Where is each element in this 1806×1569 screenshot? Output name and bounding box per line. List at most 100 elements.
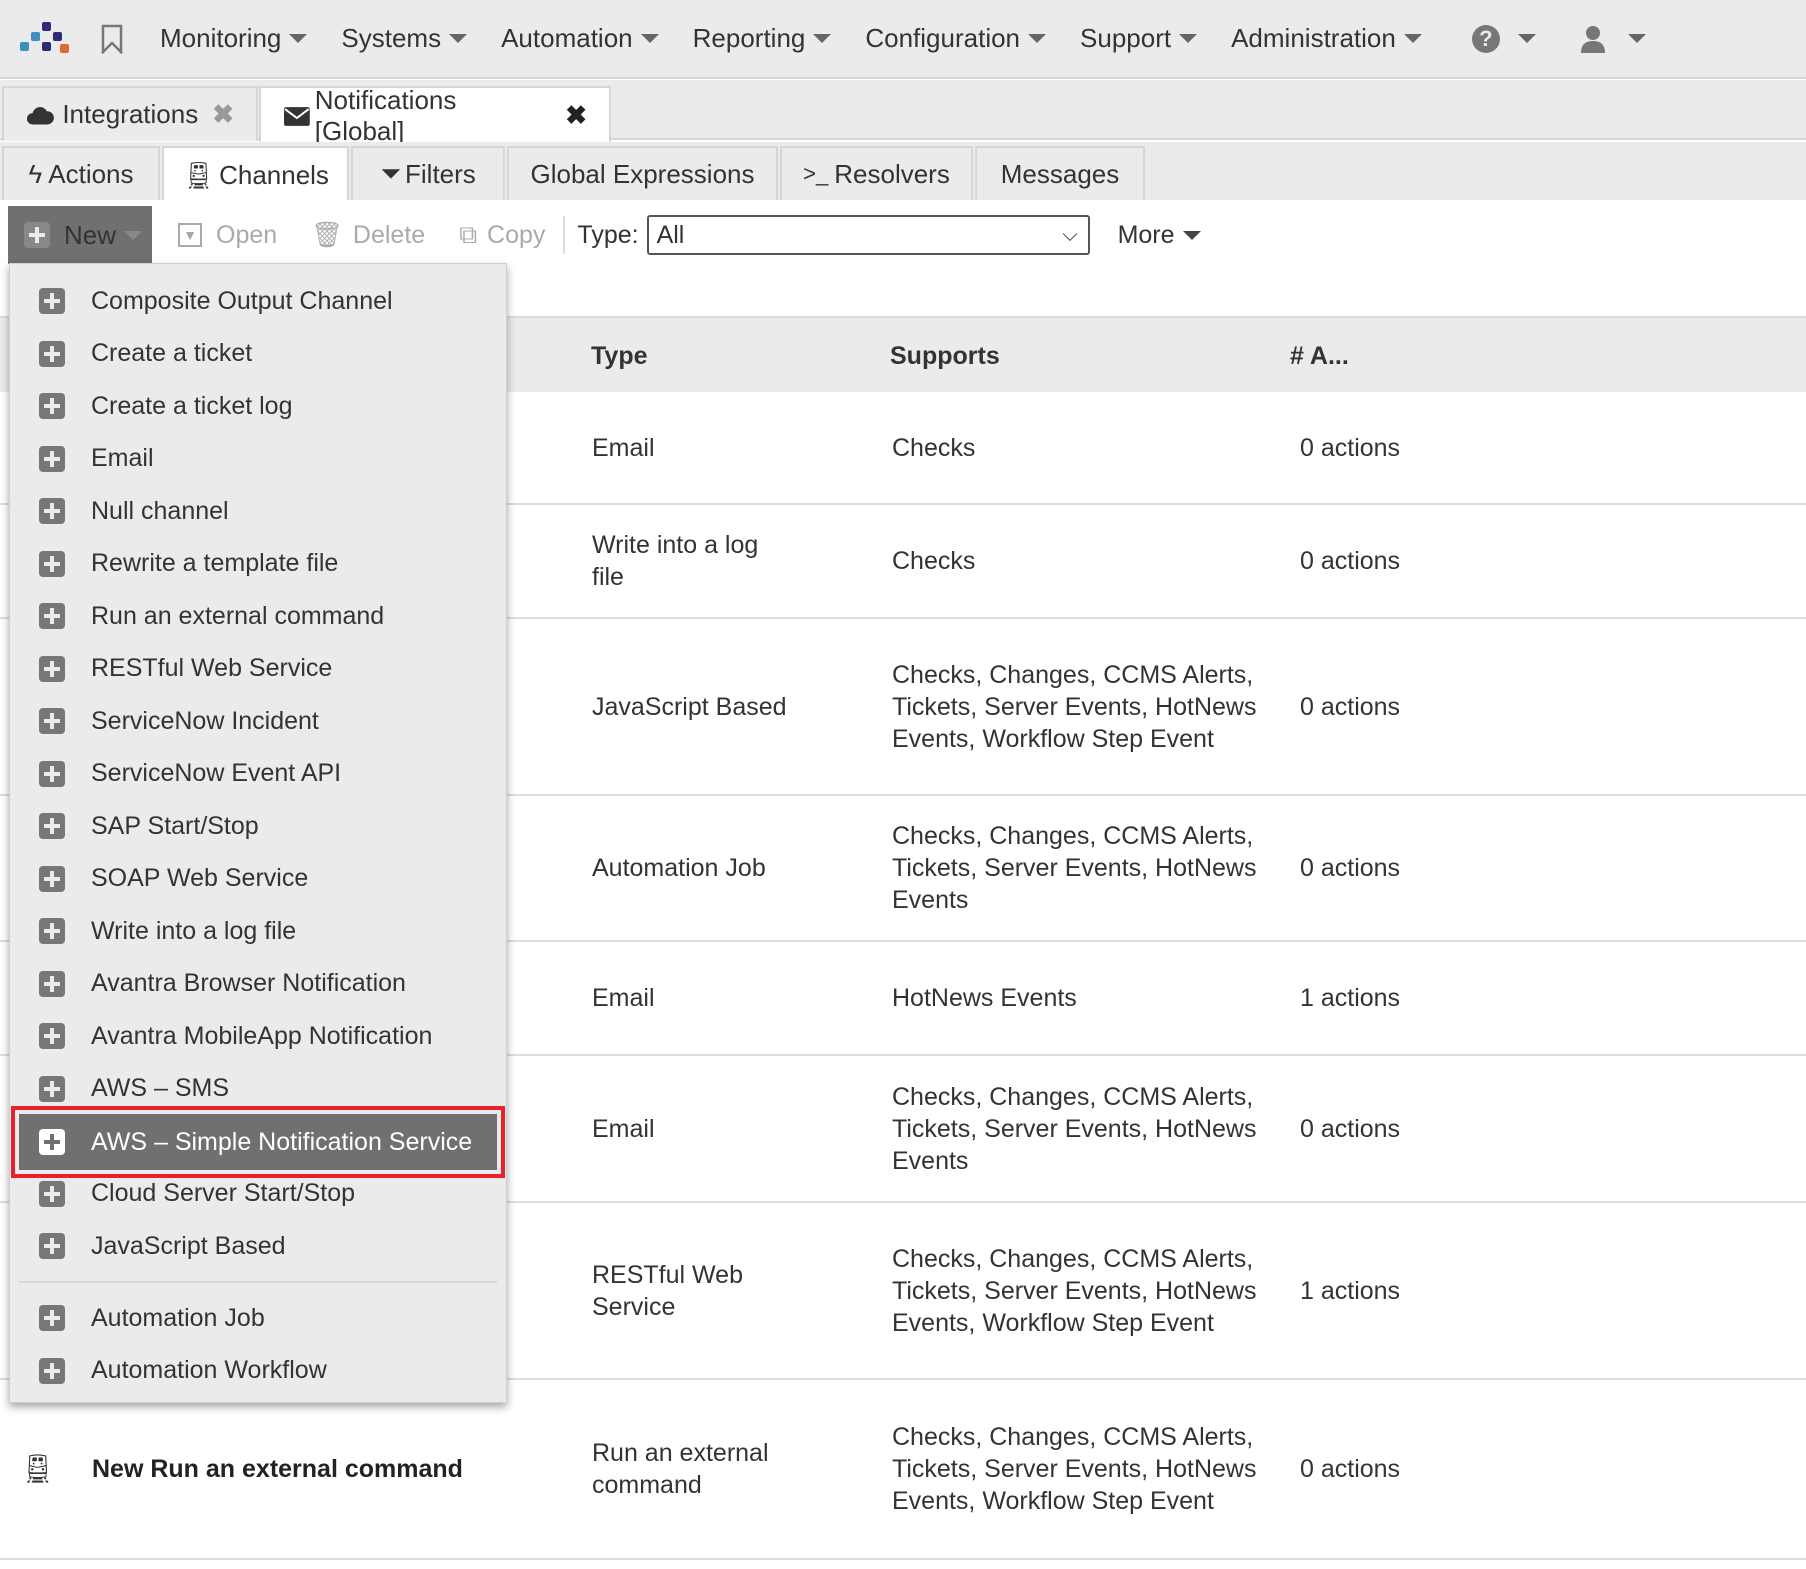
plus-square-icon bbox=[39, 498, 65, 524]
menu-item[interactable]: RESTful Web Service bbox=[10, 643, 506, 695]
trash-icon: 🗑︎ bbox=[311, 220, 343, 249]
channel-supports: Checks, Changes, CCMS Alerts, Tickets, S… bbox=[892, 1244, 1257, 1337]
user-icon[interactable] bbox=[1580, 25, 1606, 53]
toolbar: New ▼ Open 🗑︎ Delete ⧉ Copy Type: All ⌵ More bbox=[0, 200, 1806, 270]
tab-label: Channels bbox=[219, 159, 329, 190]
plus-square-icon bbox=[39, 445, 65, 472]
menu-item[interactable]: Avantra Browser Notification bbox=[10, 958, 506, 1010]
menu-item-label: Automation Job bbox=[91, 1303, 265, 1332]
copy-button[interactable]: ⧉ Copy bbox=[459, 221, 545, 250]
nav-reporting[interactable]: Reporting bbox=[693, 23, 832, 54]
menu-item[interactable]: AWS – Simple Notification Service bbox=[11, 1106, 505, 1178]
channel-name[interactable]: New Run an external command bbox=[92, 1453, 463, 1485]
menu-item[interactable]: Composite Output Channel bbox=[10, 275, 506, 327]
channel-actions-count: 0 actions bbox=[1300, 1455, 1401, 1483]
menu-item[interactable]: Write into a log file bbox=[10, 905, 506, 957]
channel-supports: Checks, Changes, CCMS Alerts, Tickets, S… bbox=[892, 822, 1257, 914]
logo[interactable] bbox=[20, 21, 70, 56]
channel-type: Write into a log file bbox=[592, 531, 759, 591]
close-icon[interactable]: ✖ bbox=[565, 100, 587, 131]
plus-icon bbox=[24, 222, 50, 248]
tab-integrations[interactable]: Integrations ✖ bbox=[2, 86, 258, 141]
nav-label: Reporting bbox=[692, 23, 806, 53]
menu-item[interactable]: Create a ticket log bbox=[10, 380, 506, 432]
tab-label: Notifications [Global] bbox=[314, 84, 457, 146]
channel-type: JavaScript Based bbox=[592, 692, 787, 721]
menu-item[interactable]: JavaScript Based bbox=[10, 1220, 506, 1272]
terminal-icon: >_ bbox=[803, 161, 829, 186]
tab-resolvers[interactable]: >_ Resolvers bbox=[780, 146, 973, 200]
channel-actions-count: 0 actions bbox=[1300, 1114, 1401, 1143]
menu-item-label: JavaScript Based bbox=[91, 1231, 286, 1260]
menu-item[interactable]: Avantra MobileApp Notification bbox=[10, 1010, 506, 1062]
menu-item-label: AWS – SMS bbox=[91, 1074, 229, 1102]
menu-item[interactable]: Automation Workflow bbox=[10, 1345, 506, 1397]
new-label: New bbox=[64, 219, 117, 250]
tab-channels[interactable]: 🚆︎ Channels bbox=[162, 146, 349, 202]
tab-label: Actions bbox=[48, 158, 134, 189]
tab-label: Resolvers bbox=[834, 158, 950, 189]
type-label: Type: bbox=[577, 220, 639, 249]
menu-item-label: RESTful Web Service bbox=[91, 654, 333, 682]
chevron-down-icon bbox=[640, 34, 659, 43]
menu-item-label: Rewrite a template file bbox=[91, 549, 339, 577]
nav-systems[interactable]: Systems bbox=[341, 23, 468, 54]
document-tabs: Integrations ✖ Notifications [Global] ✖ bbox=[0, 80, 1806, 146]
menu-item[interactable]: ServiceNow Event API bbox=[10, 748, 506, 800]
plus-square-icon bbox=[39, 1023, 65, 1049]
tab-notifications-global[interactable]: Notifications [Global] ✖ bbox=[259, 85, 611, 146]
column-header-actions[interactable]: # A... bbox=[1290, 342, 1349, 371]
bolt-icon: ϟ bbox=[28, 158, 43, 189]
nav-support[interactable]: Support bbox=[1080, 23, 1198, 54]
menu-item[interactable]: Rewrite a template file bbox=[10, 538, 506, 590]
chevron-down-icon bbox=[1179, 34, 1198, 43]
menu-item[interactable]: Create a ticket bbox=[10, 328, 506, 380]
bookmark-icon[interactable] bbox=[100, 24, 124, 54]
tab-filters[interactable]: ⏷ Filters bbox=[351, 146, 505, 200]
chevron-down-icon bbox=[449, 34, 468, 43]
nav-administration[interactable]: Administration bbox=[1231, 23, 1422, 54]
nav-configuration[interactable]: Configuration bbox=[865, 23, 1047, 54]
tab-global-expressions[interactable]: Global Expressions bbox=[507, 146, 778, 200]
menu-item[interactable]: Automation Job bbox=[10, 1292, 506, 1344]
menu-item-label: Composite Output Channel bbox=[91, 286, 393, 315]
plus-square-icon bbox=[39, 550, 65, 577]
tab-label: Messages bbox=[1000, 158, 1120, 189]
top-nav: Monitoring Systems Automation Reporting Conf… bbox=[0, 0, 1806, 79]
menu-item[interactable]: ServiceNow Incident bbox=[10, 695, 506, 747]
nav-automation[interactable]: Automation bbox=[501, 23, 659, 54]
table-row[interactable]: 🚆︎ New Run an external command Run an exte… bbox=[0, 1380, 1806, 1560]
channel-type: Email bbox=[592, 433, 655, 462]
tab-actions[interactable]: ϟ Actions bbox=[2, 146, 160, 200]
channel-actions-count: 0 actions bbox=[1300, 692, 1401, 721]
help-icon[interactable]: ? bbox=[1471, 24, 1500, 53]
menu-item[interactable]: Null channel bbox=[10, 485, 506, 537]
column-header-supports[interactable]: Supports bbox=[890, 342, 1000, 371]
channel-supports: Checks, Changes, CCMS Alerts, Tickets, S… bbox=[892, 1423, 1257, 1515]
menu-item[interactable]: SOAP Web Service bbox=[10, 853, 506, 905]
column-header-type[interactable]: Type bbox=[591, 342, 648, 371]
open-label: Open bbox=[216, 220, 278, 249]
chevron-down-icon: ⌵ bbox=[1062, 223, 1078, 246]
nav-label: Systems bbox=[341, 23, 442, 53]
open-button[interactable]: ▼ Open bbox=[178, 221, 277, 250]
more-button[interactable]: More bbox=[1118, 221, 1201, 250]
nav-monitoring[interactable]: Monitoring bbox=[160, 23, 308, 54]
delete-button[interactable]: 🗑︎ Delete bbox=[311, 221, 425, 250]
delete-label: Delete bbox=[352, 220, 426, 249]
menu-item[interactable]: SAP Start/Stop bbox=[10, 800, 506, 852]
close-icon[interactable]: ✖ bbox=[212, 99, 234, 130]
menu-item[interactable]: Cloud Server Start/Stop bbox=[10, 1168, 506, 1220]
menu-item[interactable]: AWS – SMS bbox=[10, 1063, 506, 1115]
menu-item[interactable]: Email bbox=[10, 433, 506, 485]
new-button[interactable]: New bbox=[8, 206, 152, 264]
plus-square-icon bbox=[39, 918, 65, 944]
chevron-down-icon[interactable] bbox=[1627, 34, 1646, 43]
menu-item-label: Null channel bbox=[91, 496, 229, 525]
channel-actions-count: 1 actions bbox=[1300, 984, 1401, 1012]
type-select[interactable]: All ⌵ bbox=[646, 215, 1090, 255]
type-value: All bbox=[656, 220, 685, 249]
chevron-down-icon[interactable] bbox=[1517, 34, 1536, 43]
menu-item[interactable]: Run an external command bbox=[10, 590, 506, 642]
tab-messages[interactable]: Messages bbox=[975, 146, 1145, 200]
